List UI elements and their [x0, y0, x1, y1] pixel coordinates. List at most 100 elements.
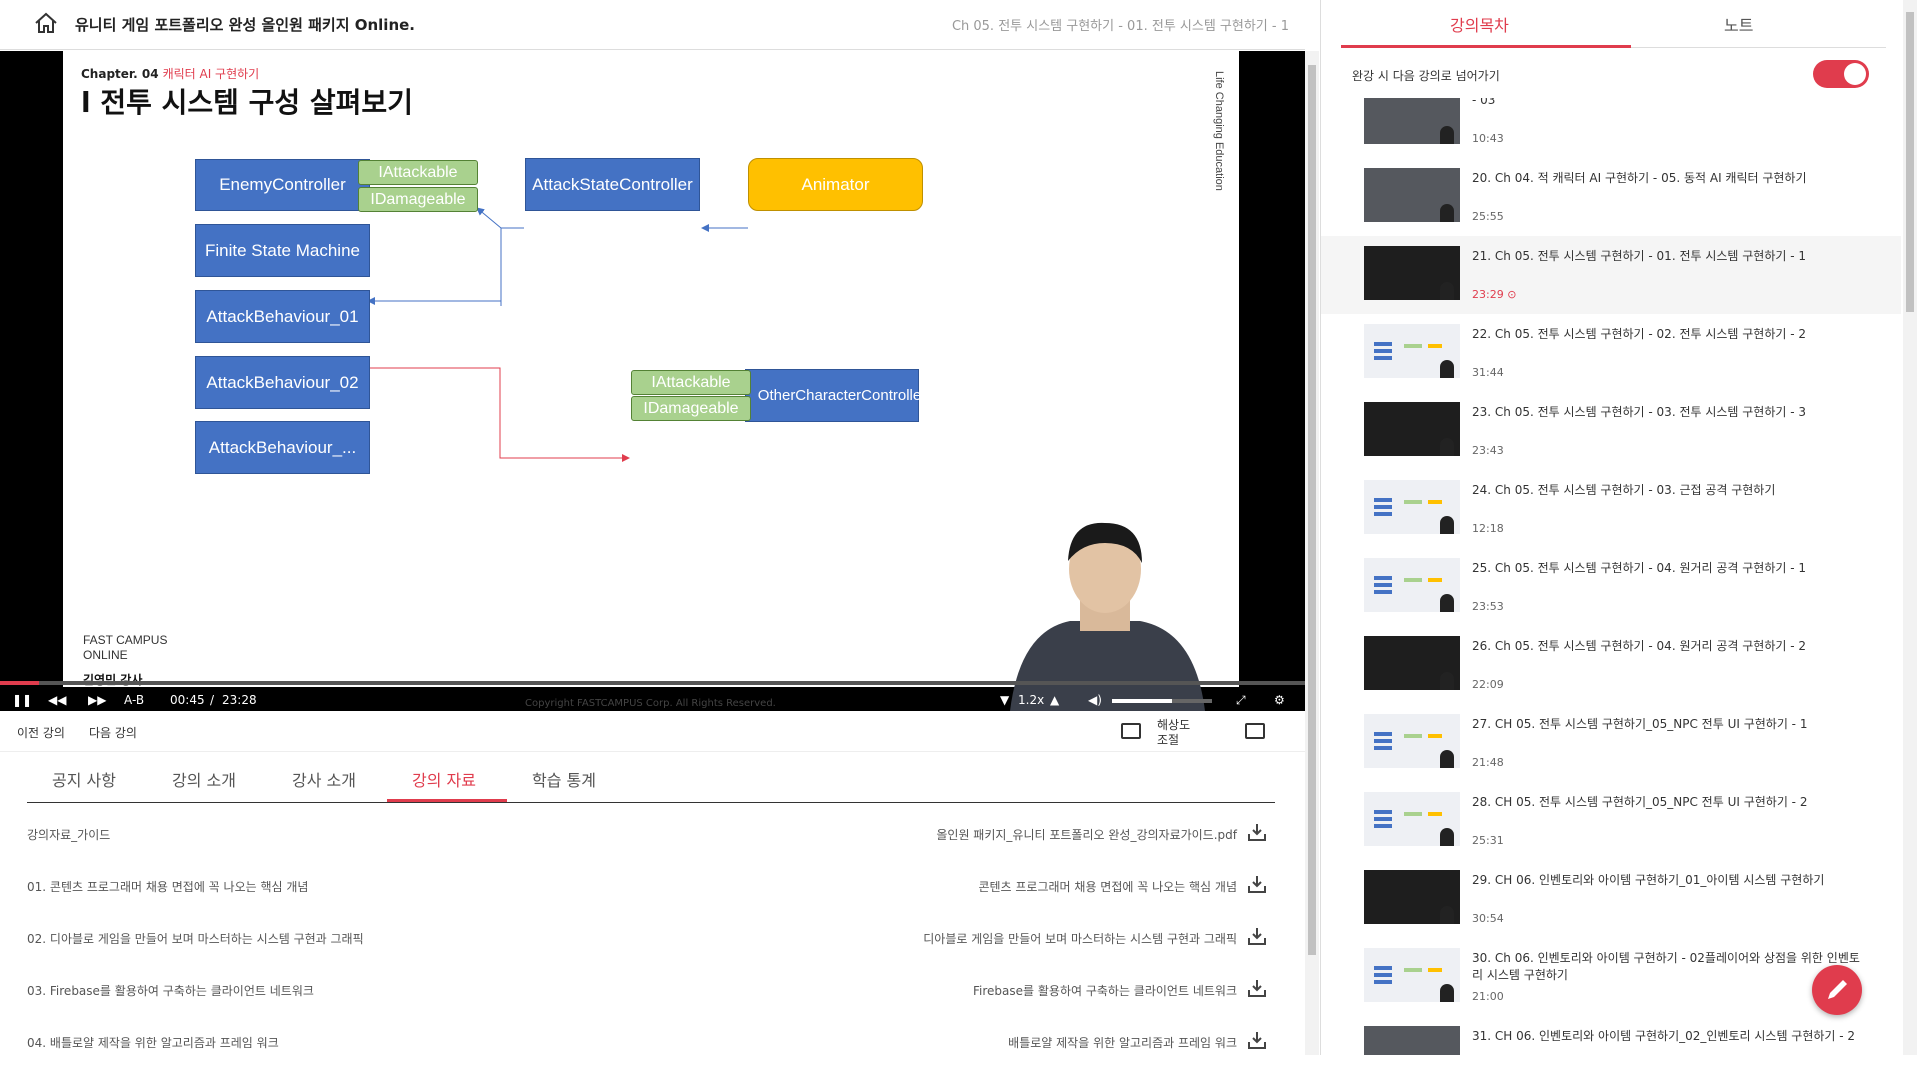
lecture-title: 21. Ch 05. 전투 시스템 구현하기 - 01. 전투 시스템 구현하기… [1472, 249, 1807, 263]
auto-next-label: 완강 시 다음 강의로 넘어가기 [1352, 69, 1500, 83]
idamageable-box-2: IDamageable [631, 396, 751, 421]
lecture-thumbnail [1364, 480, 1460, 534]
lecture-thumbnail [1364, 168, 1460, 222]
download-icon[interactable] [1247, 874, 1267, 894]
resource-name: 02. 디아블로 게임을 만들어 보며 마스터하는 시스템 구현과 그래픽 [27, 932, 364, 946]
pencil-icon [1828, 980, 1847, 999]
instructor-thumb [1440, 204, 1454, 222]
lecture-title: 30. Ch 06. 인벤토리와 아이템 구현하기 - 02플레이어와 상점을 … [1472, 951, 1860, 982]
lecture-duration: 21:48 [1472, 756, 1504, 769]
iattackable-box-1: IAttackable [358, 160, 478, 185]
lecture-title: 28. CH 05. 전투 시스템 구현하기_05_NPC 전투 UI 구현하기… [1472, 795, 1808, 809]
lecture-title: 22. Ch 05. 전투 시스템 구현하기 - 02. 전투 시스템 구현하기… [1472, 327, 1807, 341]
resource-name: 04. 배틀로얄 제작을 위한 알고리즘과 프레임 워크 [27, 1036, 279, 1050]
download-icon[interactable] [1247, 926, 1267, 946]
lecture-item[interactable]: 29. CH 06. 인벤토리와 아이템 구현하기_01_아이템 시스템 구현하… [1321, 860, 1901, 938]
download-icon[interactable] [1247, 822, 1267, 842]
lecture-item[interactable]: 25. Ch 05. 전투 시스템 구현하기 - 04. 원거리 공격 구현하기… [1321, 548, 1901, 626]
idamageable-box-1: IDamageable [358, 187, 478, 212]
prev-lecture-link[interactable]: 이전 강의 [17, 724, 65, 741]
tab-notice[interactable]: 공지 사항 [52, 767, 116, 791]
below-player-bar: 이전 강의 다음 강의 해상도 조절 [0, 712, 1305, 752]
resource-file-link[interactable]: Firebase를 활용하여 구축하는 클라이언트 네트워크 [973, 982, 1237, 999]
instructor-thumb [1440, 516, 1454, 534]
auto-next-toggle[interactable] [1813, 60, 1869, 88]
lecture-item[interactable]: 31. CH 06. 인벤토리와 아이템 구현하기_02_인벤토리 시스템 구현… [1321, 1016, 1901, 1055]
speed-down-icon[interactable]: ▼ [1000, 693, 1009, 707]
resolution-icon[interactable] [1121, 723, 1141, 739]
lecture-item[interactable]: 27. CH 05. 전투 시스템 구현하기_05_NPC 전투 UI 구현하기… [1321, 704, 1901, 782]
tab-note[interactable]: 노트 [1724, 12, 1753, 36]
lecture-duration: 23:53 [1472, 600, 1504, 613]
right-scrollbar[interactable] [1903, 0, 1917, 1055]
attack-behaviour-02-box: AttackBehaviour_02 [195, 356, 370, 409]
home-icon[interactable] [34, 12, 58, 34]
resource-file-link[interactable]: 올인원 패키지_유니티 포트폴리오 완성_강의자료가이드.pdf [936, 826, 1237, 843]
tab-materials[interactable]: 강의 자료 [412, 767, 476, 791]
main-column: 유니티 게임 포트폴리오 완성 올인원 패키지 Online. Ch 05. 전… [0, 0, 1319, 1055]
resource-row: 02. 디아블로 게임을 만들어 보며 마스터하는 시스템 구현과 그래픽 디아블… [27, 916, 1267, 968]
lecture-title: 26. Ch 05. 전투 시스템 구현하기 - 04. 원거리 공격 구현하기… [1472, 639, 1807, 653]
resource-file-link[interactable]: 콘텐츠 프로그래머 채용 면접에 꼭 나오는 핵심 개념 [978, 878, 1237, 895]
progress-fill [0, 681, 40, 685]
next-lecture-link[interactable]: 다음 강의 [89, 724, 137, 741]
lecture-duration: 10:43 [1472, 132, 1504, 145]
tab-course-intro[interactable]: 강의 소개 [172, 767, 236, 791]
lecture-item[interactable]: 28. CH 05. 전투 시스템 구현하기_05_NPC 전투 UI 구현하기… [1321, 782, 1901, 860]
lecture-thumbnail [1364, 324, 1460, 378]
instructor-thumb [1440, 438, 1454, 456]
lecture-title: 25. Ch 05. 전투 시스템 구현하기 - 04. 원거리 공격 구현하기… [1472, 561, 1807, 575]
fullscreen-icon[interactable]: ⤢ [1236, 693, 1246, 708]
resolution-button[interactable]: 해상도 조절 [1157, 718, 1190, 748]
resource-file-link[interactable]: 디아블로 게임을 만들어 보며 마스터하는 시스템 구현과 그래픽 [923, 930, 1237, 947]
forward-icon[interactable]: ▶▶ [88, 693, 106, 707]
speed-up-icon[interactable]: ▲ [1050, 693, 1059, 707]
instructor-thumb [1440, 984, 1454, 1002]
tab-toc[interactable]: 강의목차 [1450, 12, 1509, 36]
resource-file-link[interactable]: 배틀로얄 제작을 위한 알고리즘과 프레임 워크 [1008, 1034, 1237, 1051]
toc-tab-indicator [1341, 45, 1631, 48]
volume-slider[interactable] [1112, 699, 1212, 703]
lecture-breadcrumb: Ch 05. 전투 시스템 구현하기 - 01. 전투 시스템 구현하기 - 1 [951, 19, 1289, 34]
download-icon[interactable] [1247, 1030, 1267, 1050]
lecture-item[interactable]: - 03 10:43 [1321, 98, 1901, 158]
left-scroll-thumb[interactable] [1308, 65, 1316, 955]
edit-note-button[interactable] [1812, 965, 1862, 1015]
attack-behaviour-01-box: AttackBehaviour_01 [195, 290, 370, 343]
animator-box: Animator [748, 158, 923, 211]
lecture-title: 24. Ch 05. 전투 시스템 구현하기 - 03. 근접 공격 구현하기 [1472, 483, 1776, 497]
rewind-icon[interactable]: ◀◀ [48, 693, 66, 707]
instructor-thumb [1440, 750, 1454, 768]
lecture-item[interactable]: 21. Ch 05. 전투 시스템 구현하기 - 01. 전투 시스템 구현하기… [1321, 236, 1901, 314]
lecture-item[interactable]: 20. Ch 04. 적 캐릭터 AI 구현하기 - 05. 동적 AI 캐릭터… [1321, 158, 1901, 236]
right-scroll-thumb[interactable] [1906, 12, 1914, 312]
lecture-item[interactable]: 24. Ch 05. 전투 시스템 구현하기 - 03. 근접 공격 구현하기 1… [1321, 470, 1901, 548]
speed-label: 1.2x [1018, 693, 1045, 707]
lecture-duration: 31:44 [1472, 366, 1504, 379]
lecture-item[interactable]: 22. Ch 05. 전투 시스템 구현하기 - 02. 전투 시스템 구현하기… [1321, 314, 1901, 392]
download-icon[interactable] [1247, 978, 1267, 998]
lecture-item[interactable]: 26. Ch 05. 전투 시스템 구현하기 - 04. 원거리 공격 구현하기… [1321, 626, 1901, 704]
settings-icon[interactable]: ⚙ [1274, 693, 1285, 707]
iattackable-box-2: IAttackable [631, 370, 751, 395]
resource-row: 01. 콘텐츠 프로그래머 채용 면접에 꼭 나오는 핵심 개념 콘텐츠 프로그래… [27, 864, 1267, 916]
attack-behaviour-more-box: AttackBehaviour_... [195, 421, 370, 474]
instructor-thumb [1440, 672, 1454, 690]
video-progress-bar[interactable] [0, 681, 1305, 685]
lecture-item[interactable]: 23. Ch 05. 전투 시스템 구현하기 - 03. 전투 시스템 구현하기… [1321, 392, 1901, 470]
lecture-thumbnail [1364, 948, 1460, 1002]
pause-icon[interactable]: ❚❚ [12, 693, 32, 707]
lecture-duration: 25:55 [1472, 210, 1504, 223]
tab-statistics[interactable]: 학습 통계 [532, 767, 596, 791]
left-scrollbar[interactable] [1305, 51, 1319, 1055]
pip-icon[interactable] [1245, 723, 1265, 739]
toggle-knob [1844, 63, 1866, 85]
other-character-controller-box: OtherCharacterController [745, 369, 926, 422]
video-player[interactable]: Chapter. 04 캐릭터 AI 구현하기 l 전투 시스템 구성 살펴보기 … [0, 51, 1305, 711]
instructor-thumb [1440, 828, 1454, 846]
ab-repeat-button[interactable]: A-B [124, 693, 144, 707]
volume-icon[interactable]: ◀) [1088, 693, 1102, 707]
lecture-title: 20. Ch 04. 적 캐릭터 AI 구현하기 - 05. 동적 AI 캐릭터… [1472, 171, 1807, 185]
lecture-duration: 30:54 [1472, 912, 1504, 925]
tab-instructor-intro[interactable]: 강사 소개 [292, 767, 356, 791]
